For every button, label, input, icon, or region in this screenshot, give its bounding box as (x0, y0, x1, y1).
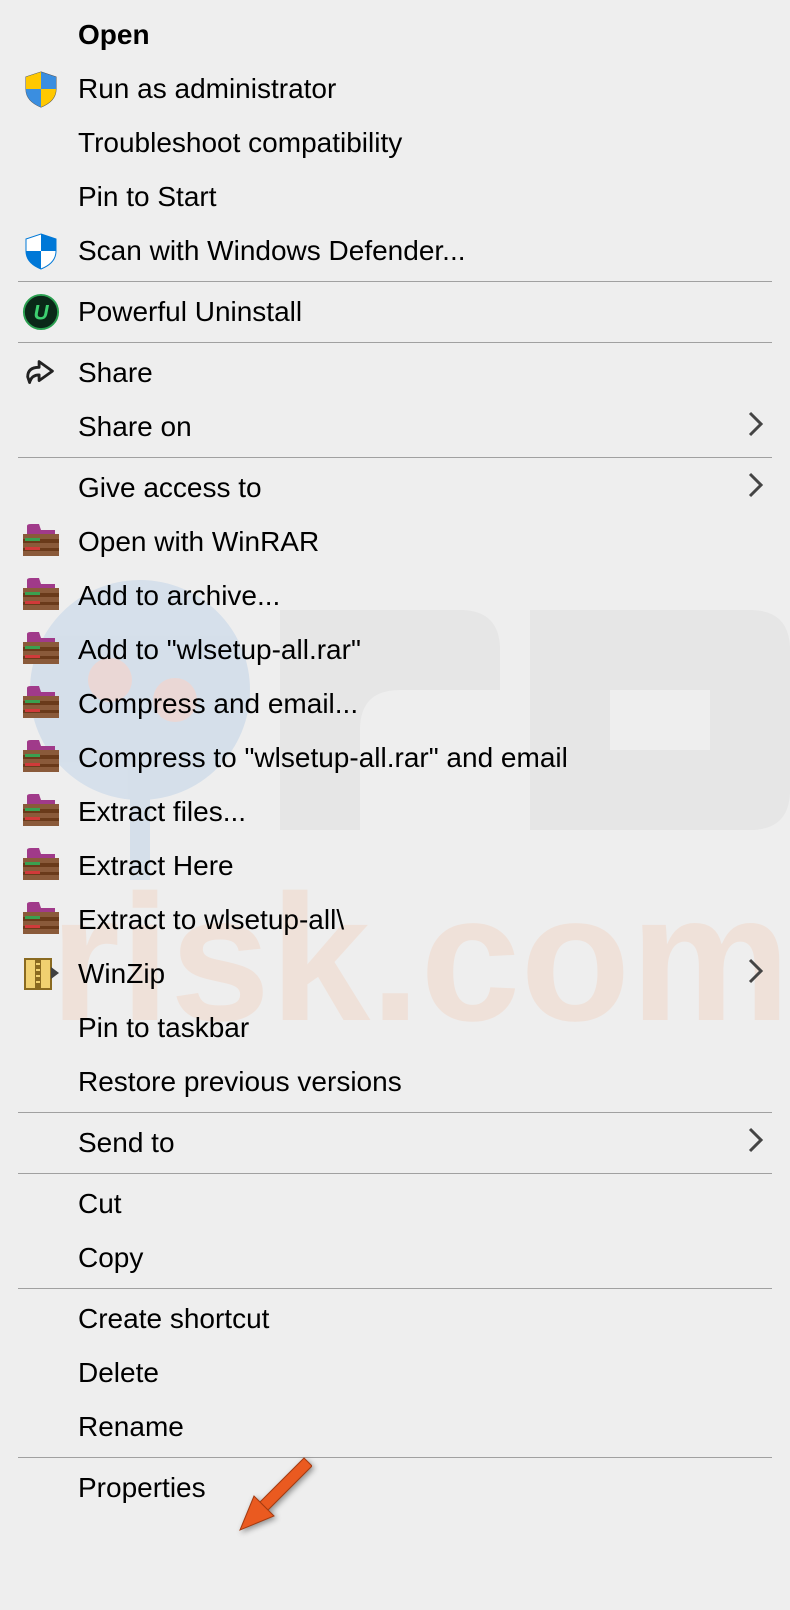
menu-label: Cut (64, 1188, 772, 1220)
blank-icon (18, 468, 64, 508)
blank-icon (18, 1299, 64, 1339)
menu-label: Create shortcut (64, 1303, 772, 1335)
menu-label: Compress and email... (64, 688, 772, 720)
menu-label: Copy (64, 1242, 772, 1274)
share-icon (18, 353, 64, 393)
shield-admin-icon (18, 69, 64, 109)
blank-icon (18, 123, 64, 163)
separator (18, 281, 772, 282)
menu-label: Extract to wlsetup-all\ (64, 904, 772, 936)
menu-label: Pin to taskbar (64, 1012, 772, 1044)
chevron-right-icon (746, 409, 766, 446)
separator (18, 1112, 772, 1113)
menu-add-to-named[interactable]: Add to "wlsetup-all.rar" (0, 623, 790, 677)
blank-icon (18, 15, 64, 55)
separator (18, 1457, 772, 1458)
menu-label: Add to archive... (64, 580, 772, 612)
separator (18, 1173, 772, 1174)
menu-properties[interactable]: Properties (0, 1461, 790, 1515)
menu-label: Rename (64, 1411, 772, 1443)
menu-run-as-admin[interactable]: Run as administrator (0, 62, 790, 116)
chevron-right-icon (746, 470, 766, 507)
svg-text:U: U (33, 302, 49, 325)
menu-label: Scan with Windows Defender... (64, 235, 772, 267)
menu-share-on[interactable]: Share on (0, 400, 790, 454)
separator (18, 1288, 772, 1289)
menu-winzip[interactable]: WinZip (0, 947, 790, 1001)
menu-label: Open (64, 19, 772, 51)
menu-label: Restore previous versions (64, 1066, 772, 1098)
menu-extract-here[interactable]: Extract Here (0, 839, 790, 893)
menu-share[interactable]: Share (0, 346, 790, 400)
menu-pin-start[interactable]: Pin to Start (0, 170, 790, 224)
winrar-icon (18, 630, 64, 670)
menu-label: Extract files... (64, 796, 772, 828)
menu-open[interactable]: Open (0, 8, 790, 62)
menu-compress-email[interactable]: Compress and email... (0, 677, 790, 731)
menu-label: Run as administrator (64, 73, 772, 105)
menu-extract-files[interactable]: Extract files... (0, 785, 790, 839)
menu-rename[interactable]: Rename (0, 1400, 790, 1454)
menu-send-to[interactable]: Send to (0, 1116, 790, 1170)
menu-restore-versions[interactable]: Restore previous versions (0, 1055, 790, 1109)
blank-icon (18, 1184, 64, 1224)
menu-powerful-uninstall[interactable]: U Powerful Uninstall (0, 285, 790, 339)
menu-cut[interactable]: Cut (0, 1177, 790, 1231)
menu-extract-to[interactable]: Extract to wlsetup-all\ (0, 893, 790, 947)
blank-icon (18, 1123, 64, 1163)
menu-label: Delete (64, 1357, 772, 1389)
uninstall-icon: U (18, 292, 64, 332)
menu-label: Share (64, 357, 772, 389)
winrar-icon (18, 522, 64, 562)
menu-copy[interactable]: Copy (0, 1231, 790, 1285)
menu-label: Troubleshoot compatibility (64, 127, 772, 159)
chevron-right-icon (746, 956, 766, 993)
separator (18, 342, 772, 343)
menu-give-access[interactable]: Give access to (0, 461, 790, 515)
menu-label: WinZip (64, 958, 746, 990)
menu-troubleshoot[interactable]: Troubleshoot compatibility (0, 116, 790, 170)
winrar-icon (18, 900, 64, 940)
menu-label: Properties (64, 1472, 772, 1504)
blank-icon (18, 1062, 64, 1102)
chevron-right-icon (746, 1125, 766, 1162)
pointer-arrow-icon (232, 1450, 312, 1538)
menu-compress-to-email[interactable]: Compress to "wlsetup-all.rar" and email (0, 731, 790, 785)
blank-icon (18, 177, 64, 217)
blank-icon (18, 1407, 64, 1447)
blank-icon (18, 1353, 64, 1393)
menu-label: Send to (64, 1127, 746, 1159)
blank-icon (18, 407, 64, 447)
winrar-icon (18, 576, 64, 616)
winrar-icon (18, 738, 64, 778)
menu-label: Open with WinRAR (64, 526, 772, 558)
menu-label: Give access to (64, 472, 746, 504)
menu-label: Compress to "wlsetup-all.rar" and email (64, 742, 772, 774)
winrar-icon (18, 846, 64, 886)
blank-icon (18, 1008, 64, 1048)
winzip-icon (18, 954, 64, 994)
menu-label: Share on (64, 411, 746, 443)
menu-label: Powerful Uninstall (64, 296, 772, 328)
menu-add-archive[interactable]: Add to archive... (0, 569, 790, 623)
menu-open-winrar[interactable]: Open with WinRAR (0, 515, 790, 569)
winrar-icon (18, 792, 64, 832)
menu-delete[interactable]: Delete (0, 1346, 790, 1400)
blank-icon (18, 1468, 64, 1508)
menu-create-shortcut[interactable]: Create shortcut (0, 1292, 790, 1346)
separator (18, 457, 772, 458)
menu-pin-taskbar[interactable]: Pin to taskbar (0, 1001, 790, 1055)
menu-label: Pin to Start (64, 181, 772, 213)
winrar-icon (18, 684, 64, 724)
context-menu: Open Run as administrator Troubleshoot c… (0, 0, 790, 1523)
menu-scan-defender[interactable]: Scan with Windows Defender... (0, 224, 790, 278)
menu-label: Add to "wlsetup-all.rar" (64, 634, 772, 666)
blank-icon (18, 1238, 64, 1278)
menu-label: Extract Here (64, 850, 772, 882)
defender-shield-icon (18, 231, 64, 271)
